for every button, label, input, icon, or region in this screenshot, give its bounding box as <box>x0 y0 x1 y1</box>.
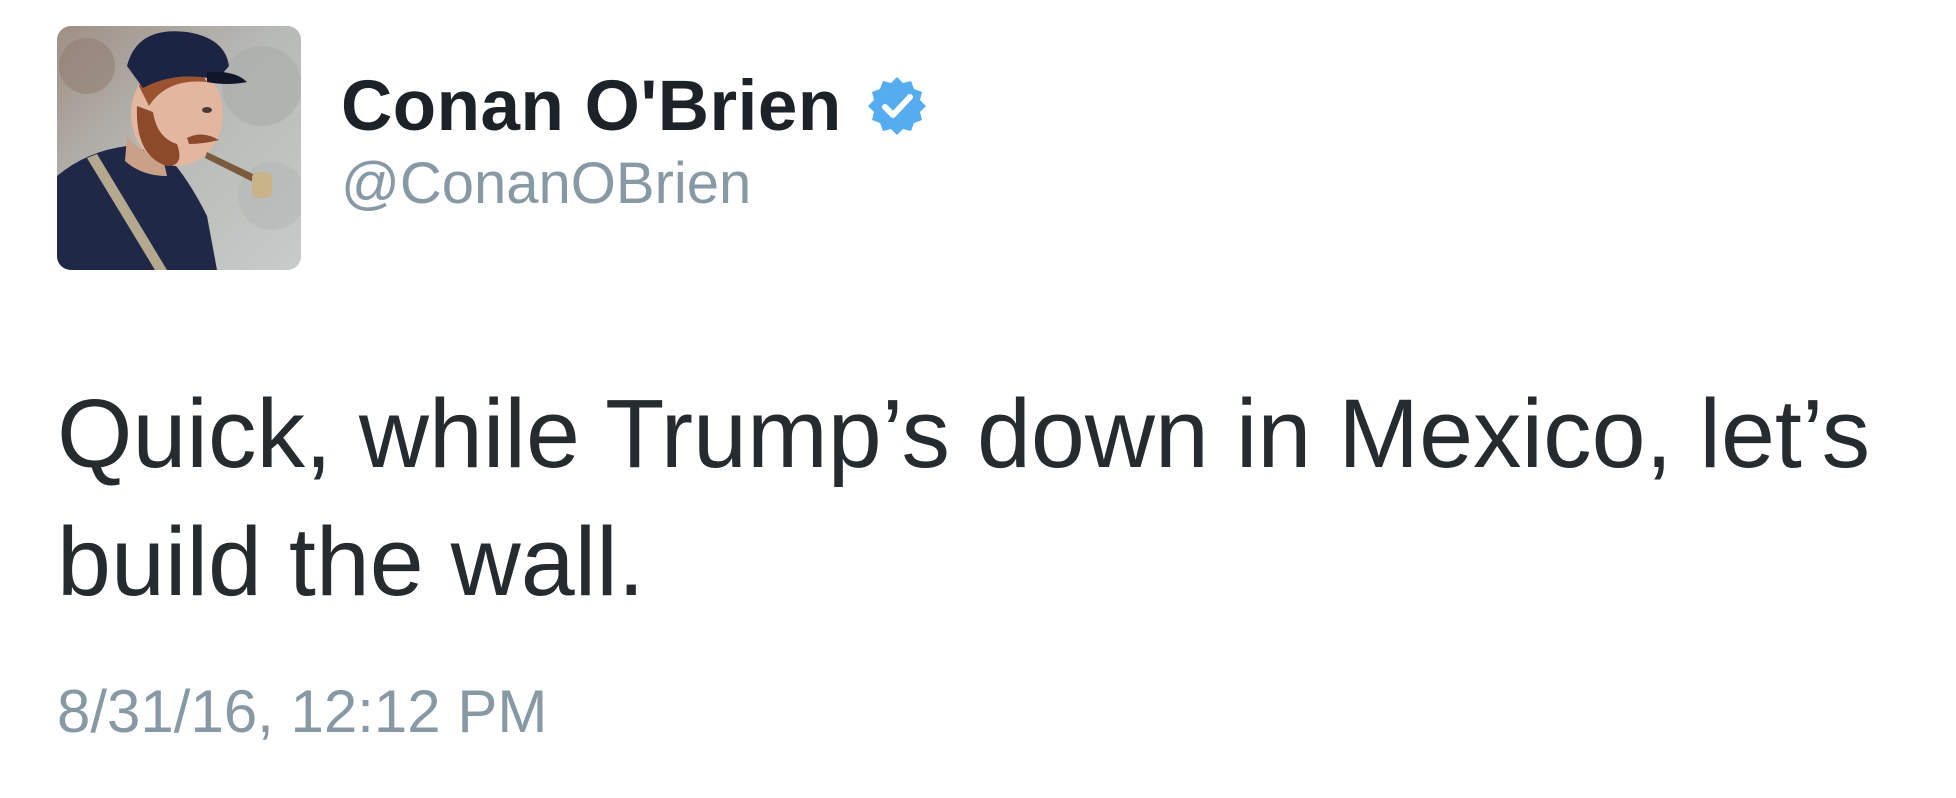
author-handle[interactable]: @ConanOBrien <box>341 150 751 217</box>
author-name-row: Conan O'Brien <box>341 64 928 148</box>
tweet-text: Quick, while Trump’s down in Mexico, let… <box>57 379 1871 616</box>
verified-badge-icon <box>866 75 928 137</box>
author-avatar[interactable] <box>57 26 301 270</box>
avatar-photo <box>57 26 301 270</box>
tweet-card: Conan O'Brien @ConanOBrien Quick, while … <box>0 0 1956 798</box>
tweet-timestamp[interactable]: 8/31/16, 12:12 PM <box>57 677 547 746</box>
author-display-name[interactable]: Conan O'Brien <box>341 66 842 147</box>
